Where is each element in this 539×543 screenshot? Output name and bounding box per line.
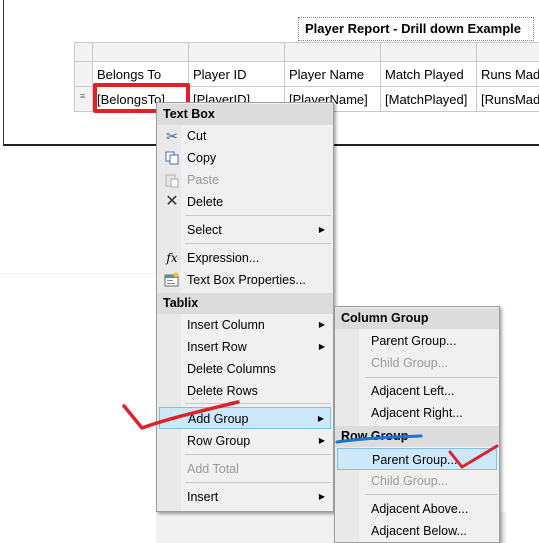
annotation-overlay: [122, 400, 499, 469]
red-check-annotation: [448, 444, 499, 469]
blue-underline-annotation: [335, 434, 423, 444]
red-check-annotation: [122, 400, 240, 430]
